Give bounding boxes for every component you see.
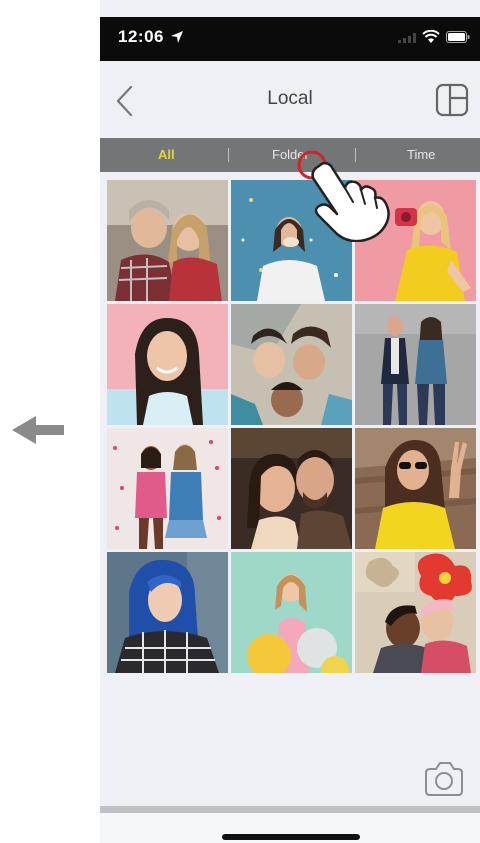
hand-pointer-icon xyxy=(311,161,390,242)
photo-thumbnail-couple-flowers[interactable] xyxy=(355,552,476,673)
nav-bar: Local xyxy=(100,61,480,137)
photo-thumbnail-friends-selfie[interactable] xyxy=(107,180,228,301)
photo-thumbnail-couple-standing[interactable] xyxy=(355,304,476,425)
tab-time[interactable]: Time xyxy=(407,147,435,162)
status-time: 12:06 xyxy=(118,27,164,46)
toolbar-divider xyxy=(100,806,480,813)
camera-icon[interactable] xyxy=(422,757,466,799)
layout-icon[interactable] xyxy=(434,82,470,118)
photo-thumbnail-kids-confetti[interactable] xyxy=(107,428,228,549)
tab-divider xyxy=(228,148,229,162)
photo-thumbnail-girl-with-balloons[interactable] xyxy=(231,552,352,673)
photo-thumbnail-blue-hair-girl[interactable] xyxy=(107,552,228,673)
wifi-icon xyxy=(422,30,440,43)
phone-screen: 12:06 Local All Folder Time xyxy=(100,0,480,843)
home-indicator[interactable] xyxy=(222,834,360,840)
battery-icon xyxy=(446,31,470,43)
photo-thumbnail-couple-selfie[interactable] xyxy=(231,428,352,549)
photo-thumbnail-girl-smiling[interactable] xyxy=(107,304,228,425)
signal-icon xyxy=(398,33,416,43)
photo-thumbnail-girl-peace-sign[interactable] xyxy=(355,428,476,549)
status-bar: 12:06 xyxy=(100,17,480,61)
filter-tab-bar: All Folder Time xyxy=(100,138,480,172)
arrow-left-icon[interactable] xyxy=(10,410,70,450)
photo-thumbnail-friends-lying[interactable] xyxy=(231,304,352,425)
location-arrow-icon xyxy=(171,31,183,43)
tab-all[interactable]: All xyxy=(158,147,175,162)
page-title: Local xyxy=(267,88,313,109)
photo-grid xyxy=(107,180,477,674)
